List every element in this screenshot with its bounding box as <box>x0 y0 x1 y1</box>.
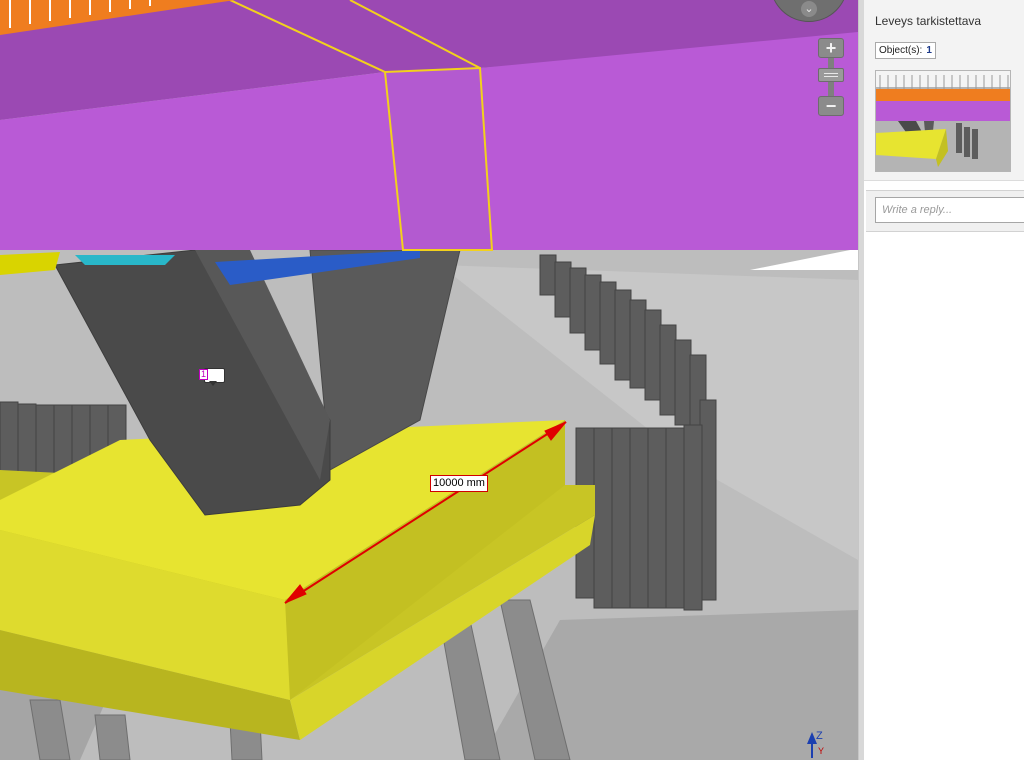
bridge-deck <box>0 0 858 251</box>
axis-z-label: Z <box>816 730 823 742</box>
viewpoint-thumbnail[interactable] <box>875 70 1011 172</box>
dimension-label: 10000 mm <box>430 475 488 492</box>
objects-badge[interactable]: Object(s): 1 <box>875 42 936 59</box>
comment-marker[interactable]: 1 <box>199 366 225 388</box>
chevron-down-icon[interactable]: ⌄ <box>801 1 817 17</box>
minus-icon: − <box>825 96 837 116</box>
comment-number: 1 <box>199 369 209 380</box>
zoom-slider-handle[interactable] <box>818 68 844 82</box>
reply-area <box>866 190 1024 232</box>
zoom-out-button[interactable]: − <box>818 96 844 116</box>
comment-card[interactable]: Leveys tarkistettava Object(s): 1 <box>864 0 1024 181</box>
plus-icon: + <box>825 38 837 58</box>
zoom-in-button[interactable]: + <box>818 38 844 58</box>
reply-input[interactable] <box>875 197 1024 223</box>
axis-y-label: Y <box>818 746 825 756</box>
bearing-pad <box>75 255 175 265</box>
3d-viewport[interactable]: ⌄ + − 1 10000 mm Z Y <box>0 0 858 760</box>
comment-title: Leveys tarkistettava <box>875 14 982 28</box>
3d-scene[interactable] <box>0 0 858 760</box>
objects-count: 1 <box>926 45 932 56</box>
objects-label: Object(s): <box>879 45 923 56</box>
axis-triad-icon: Z Y <box>804 728 844 760</box>
comment-panel: Leveys tarkistettava Object(s): 1 <box>864 0 1024 760</box>
